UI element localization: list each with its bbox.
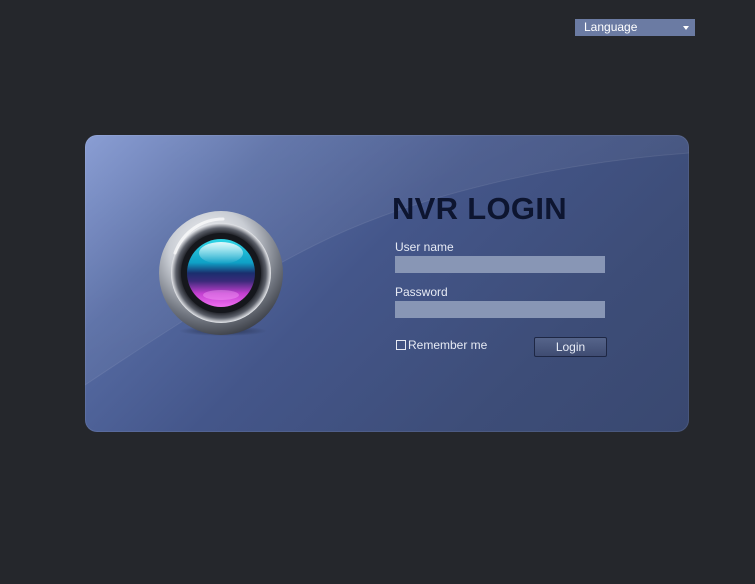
login-button[interactable]: Login (534, 337, 607, 357)
language-select-label: Language (584, 20, 638, 34)
page-title: NVR LOGIN (392, 191, 567, 226)
login-page: Language NVR LOGIN User name Password Re… (0, 0, 755, 584)
remember-me-option[interactable]: Remember me (396, 338, 487, 352)
username-label: User name (395, 240, 454, 254)
language-select[interactable]: Language (575, 19, 695, 36)
remember-me-label: Remember me (408, 338, 488, 352)
username-input[interactable] (395, 256, 605, 273)
camera-lens-orb-icon (159, 211, 283, 336)
password-label: Password (395, 285, 448, 299)
remember-me-checkbox[interactable] (396, 340, 406, 350)
login-panel: NVR LOGIN User name Password Remember me… (85, 135, 689, 432)
password-input[interactable] (395, 301, 605, 318)
caret-down-icon (683, 26, 689, 30)
